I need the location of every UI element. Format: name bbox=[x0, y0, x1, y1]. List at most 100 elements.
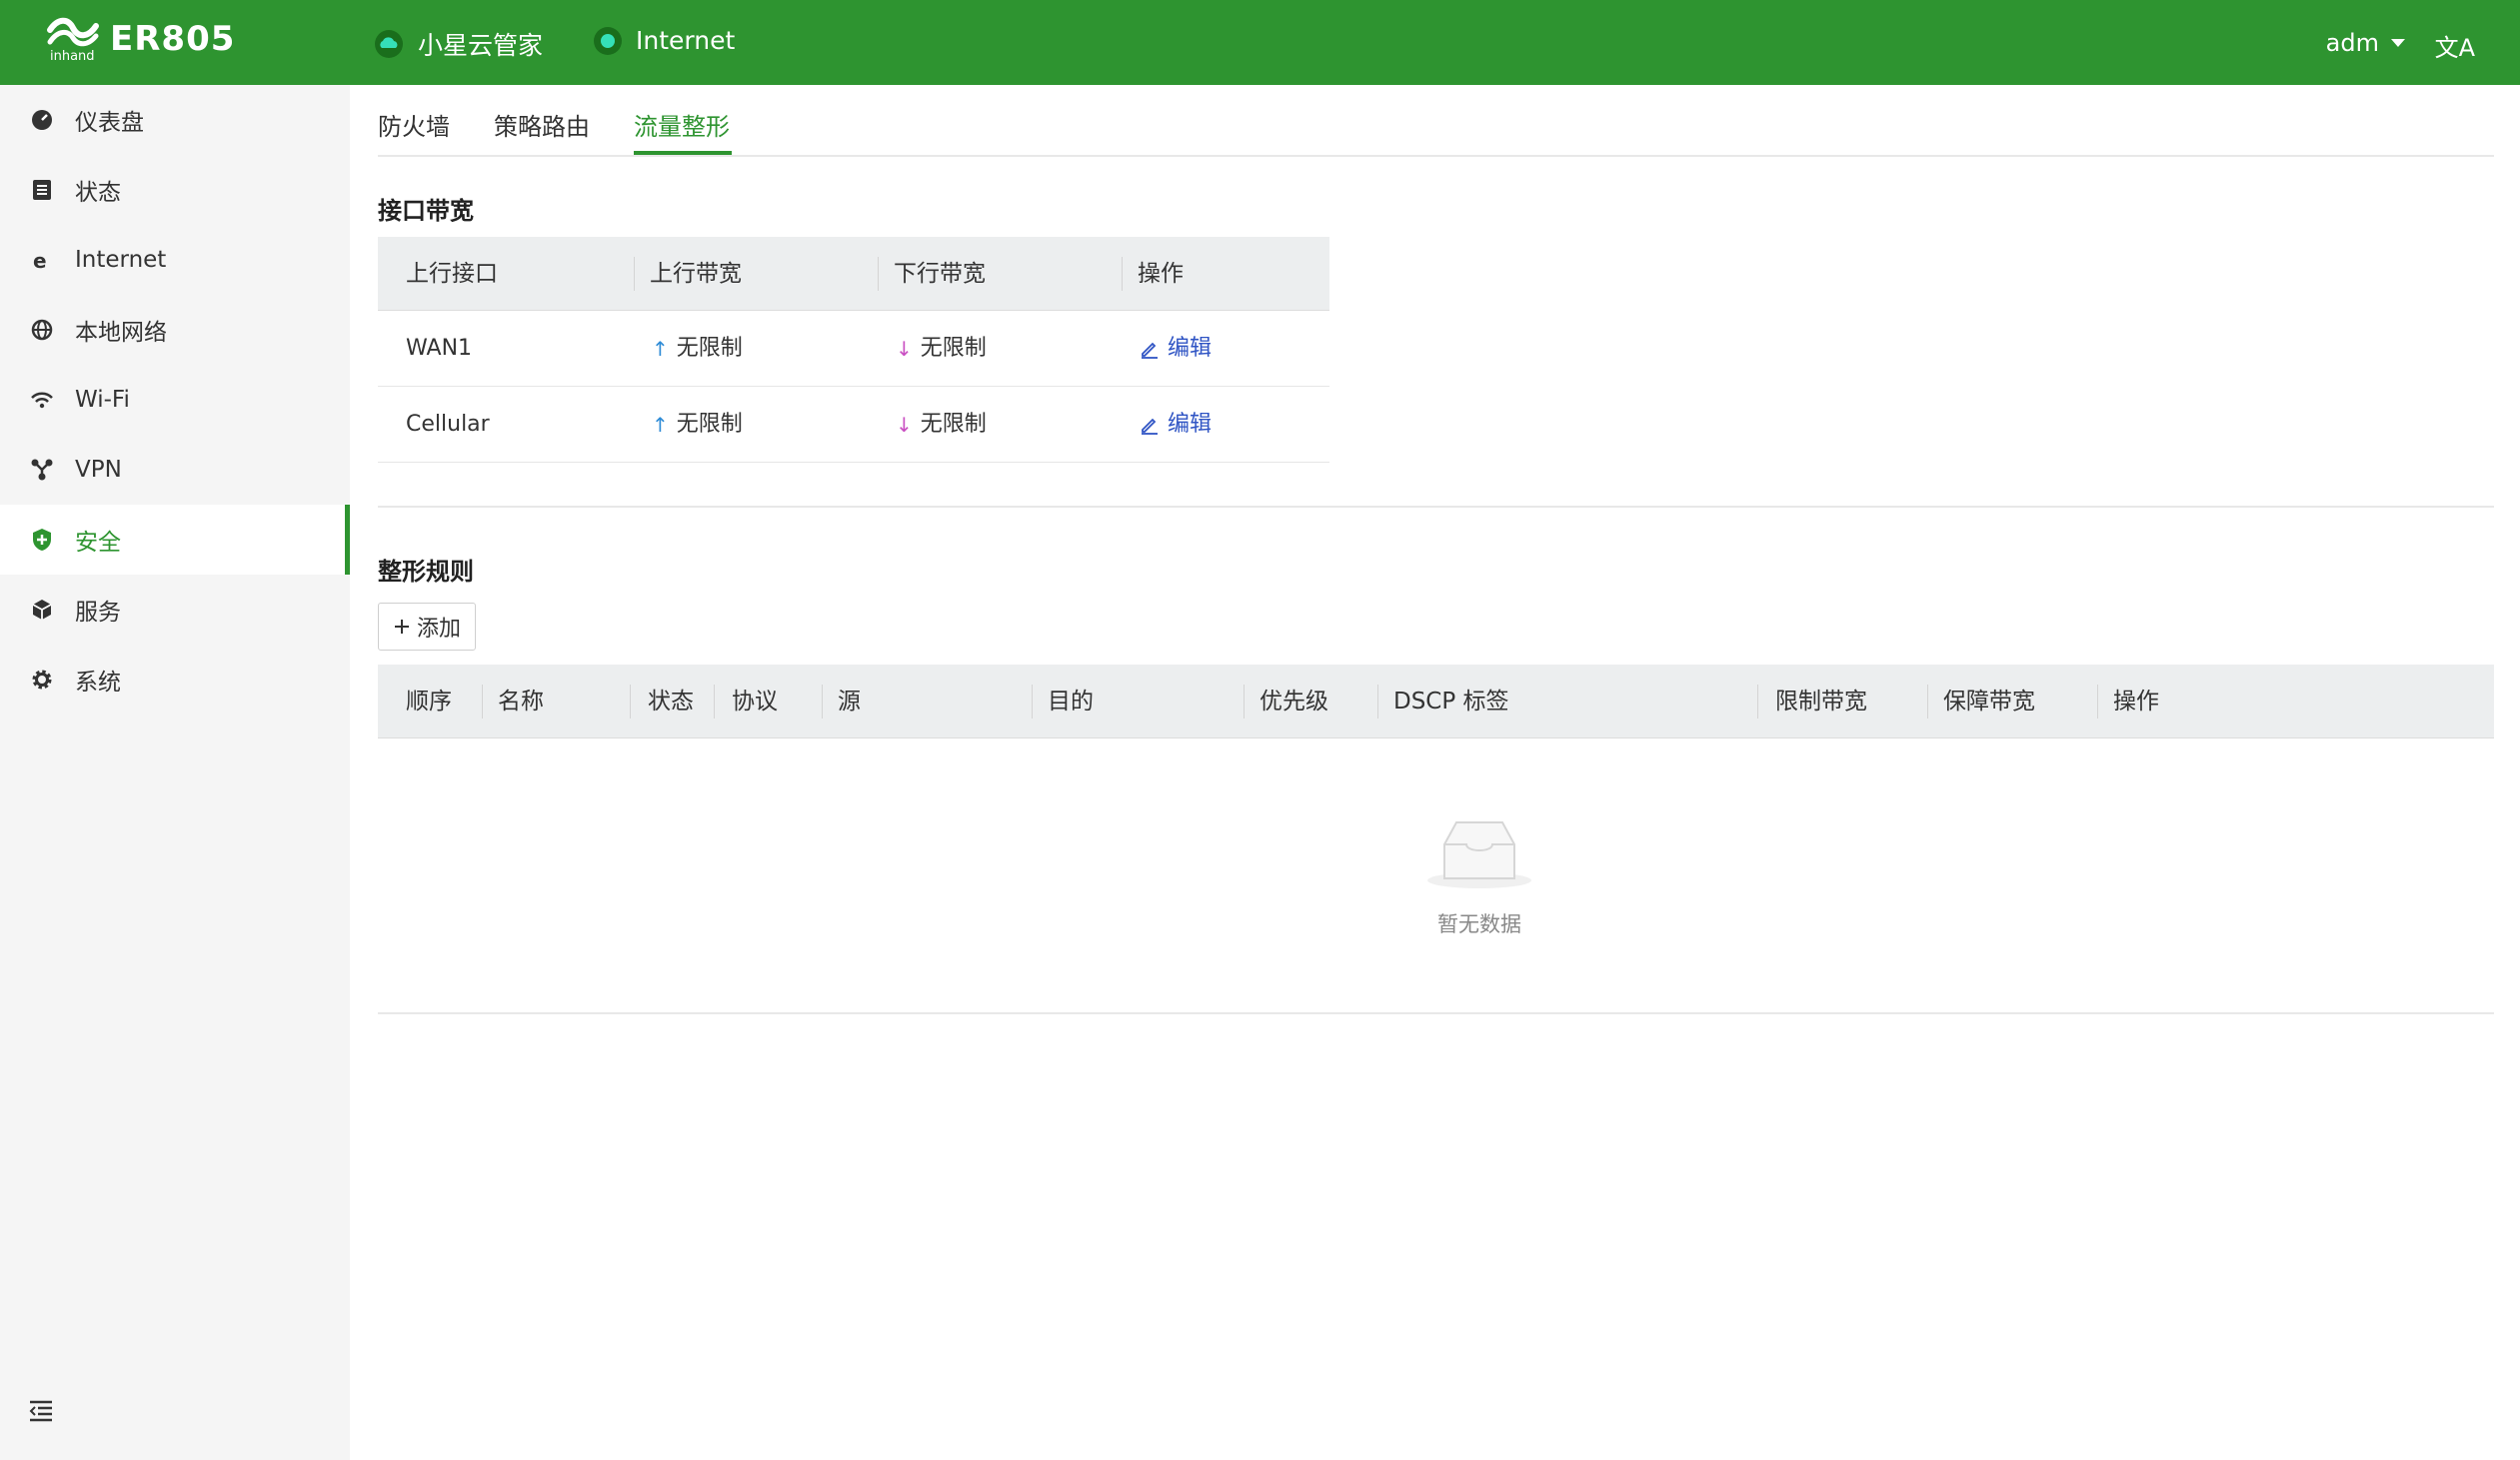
inhand-logo-icon: inhand bbox=[47, 17, 99, 62]
bandwidth-table-header: 上行接口 上行带宽 下行带宽 操作 bbox=[378, 237, 1329, 311]
col-uplink-bandwidth: 上行带宽 bbox=[650, 261, 742, 287]
col-source: 源 bbox=[838, 689, 861, 715]
sidebar-item-local-network[interactable]: 本地网络 bbox=[0, 295, 350, 365]
column-separator bbox=[1927, 685, 1928, 719]
tab-traffic-shaping[interactable]: 流量整形 bbox=[634, 107, 730, 142]
sidebar-item-dashboard[interactable]: 仪表盘 bbox=[0, 85, 350, 155]
sidebar-item-wifi[interactable]: Wi-Fi bbox=[0, 365, 350, 435]
col-actions: 操作 bbox=[1138, 261, 1184, 287]
edit-icon bbox=[1142, 418, 1158, 435]
column-separator bbox=[1032, 685, 1033, 719]
sidebar-item-label: 服务 bbox=[75, 600, 121, 626]
col-downlink-bandwidth: 下行带宽 bbox=[894, 261, 986, 287]
cloud-manager-status[interactable]: 小星云管家 bbox=[374, 26, 543, 62]
col-rule-actions: 操作 bbox=[2113, 689, 2159, 715]
language-icon[interactable]: 文A bbox=[2435, 28, 2475, 63]
rules-table-header: 顺序 名称 状态 协议 源 目的 优先级 DSCP 标签 限制带宽 保障带宽 操… bbox=[378, 665, 2494, 738]
column-separator bbox=[878, 257, 879, 291]
top-bar: inhand ER805 小星云管家 Internet adm 文A bbox=[0, 0, 2520, 85]
column-separator bbox=[634, 257, 635, 291]
section-divider bbox=[378, 506, 2494, 508]
sidebar-item-label: VPN bbox=[75, 457, 122, 483]
status-icon bbox=[29, 177, 55, 203]
edit-icon bbox=[1142, 342, 1158, 359]
internet-status-label: Internet bbox=[636, 26, 736, 55]
sidebar-item-label: 状态 bbox=[75, 180, 121, 206]
column-separator bbox=[1244, 685, 1245, 719]
column-separator bbox=[1757, 685, 1758, 719]
internet-status[interactable]: Internet bbox=[594, 26, 735, 55]
edit-label: 编辑 bbox=[1168, 412, 1213, 437]
sidebar-item-security[interactable]: 安全 bbox=[0, 505, 350, 575]
edit-button[interactable]: 编辑 bbox=[1140, 311, 1212, 387]
empty-state-text: 暂无数据 bbox=[1437, 912, 1521, 936]
sidebar-item-system[interactable]: 系统 bbox=[0, 645, 350, 715]
edit-label: 编辑 bbox=[1168, 336, 1213, 361]
active-tab-indicator bbox=[634, 151, 732, 155]
add-rule-label: 添加 bbox=[416, 617, 461, 642]
col-status: 状态 bbox=[648, 689, 694, 715]
col-name: 名称 bbox=[498, 689, 544, 715]
sidebar-item-label: Wi-Fi bbox=[75, 387, 130, 413]
rules-section-title: 整形规则 bbox=[378, 558, 474, 586]
tab-firewall[interactable]: 防火墙 bbox=[378, 107, 450, 142]
user-menu[interactable]: adm bbox=[2326, 29, 2405, 57]
gear-icon bbox=[29, 667, 55, 693]
downlink-bandwidth-value: 无限制 bbox=[920, 412, 987, 437]
col-destination: 目的 bbox=[1048, 689, 1094, 715]
cloud-manager-label: 小星云管家 bbox=[418, 31, 544, 60]
main-content: 防火墙 策略路由 流量整形 接口带宽 上行接口 上行带宽 下行带宽 操作 WAN… bbox=[350, 85, 2520, 1460]
vpn-icon bbox=[29, 457, 55, 483]
column-separator bbox=[822, 685, 823, 719]
downlink-bandwidth-value: 无限制 bbox=[920, 336, 987, 361]
tab-policy-routing[interactable]: 策略路由 bbox=[494, 107, 590, 142]
col-dscp-tag: DSCP 标签 bbox=[1393, 689, 1509, 715]
sidebar-item-label: 安全 bbox=[75, 530, 121, 556]
empty-inbox-icon bbox=[1427, 821, 1531, 888]
shield-icon bbox=[29, 527, 55, 553]
col-uplink-interface: 上行接口 bbox=[406, 261, 498, 287]
column-separator bbox=[630, 685, 631, 719]
cube-icon bbox=[29, 597, 55, 623]
sidebar-item-label: Internet bbox=[75, 247, 167, 273]
col-guarantee-bandwidth: 保障带宽 bbox=[1943, 689, 2035, 715]
logo: inhand ER805 bbox=[44, 16, 235, 62]
table-row: Cellular ↑ 无限制 ↓ 无限制 编辑 bbox=[378, 387, 1329, 463]
arrow-up-icon: ↑ bbox=[652, 413, 669, 437]
sidebar-item-internet[interactable]: e Internet bbox=[0, 225, 350, 295]
svg-text:e: e bbox=[33, 249, 47, 271]
col-limit-bandwidth: 限制带宽 bbox=[1775, 689, 1867, 715]
column-separator bbox=[714, 685, 715, 719]
wifi-icon bbox=[29, 387, 55, 413]
sidebar-item-vpn[interactable]: VPN bbox=[0, 435, 350, 505]
sidebar: 仪表盘 状态 e Internet 本地网络 Wi-Fi VPN 安全 服务 系… bbox=[0, 85, 350, 1460]
username: adm bbox=[2325, 29, 2379, 57]
uplink-bandwidth-value: 无限制 bbox=[676, 336, 743, 361]
edit-button[interactable]: 编辑 bbox=[1140, 387, 1212, 463]
interface-name: WAN1 bbox=[406, 336, 473, 361]
uplink-bandwidth-value: 无限制 bbox=[676, 412, 743, 437]
column-separator bbox=[1377, 685, 1378, 719]
col-priority: 优先级 bbox=[1260, 689, 1328, 715]
sidebar-item-status[interactable]: 状态 bbox=[0, 155, 350, 225]
plus-icon bbox=[394, 620, 409, 634]
internet-icon: e bbox=[29, 247, 55, 273]
bandwidth-section-title: 接口带宽 bbox=[378, 197, 474, 225]
sidebar-item-label: 系统 bbox=[75, 670, 121, 696]
collapse-menu-icon[interactable] bbox=[28, 1398, 54, 1424]
arrow-down-icon: ↓ bbox=[896, 413, 913, 437]
sidebar-item-label: 本地网络 bbox=[75, 320, 167, 346]
sidebar-item-services[interactable]: 服务 bbox=[0, 575, 350, 645]
column-separator bbox=[2097, 685, 2098, 719]
svg-text:inhand: inhand bbox=[50, 49, 95, 62]
col-order: 顺序 bbox=[406, 689, 452, 715]
tab-bar: 防火墙 策略路由 流量整形 bbox=[378, 85, 2494, 157]
arrow-down-icon: ↓ bbox=[896, 337, 913, 361]
dashboard-icon bbox=[29, 107, 55, 133]
arrow-up-icon: ↑ bbox=[652, 337, 669, 361]
sidebar-item-label: 仪表盘 bbox=[75, 110, 144, 136]
empty-state: 暂无数据 bbox=[1379, 814, 1579, 938]
brand-name: ER805 bbox=[110, 19, 236, 59]
add-rule-button[interactable]: 添加 bbox=[378, 603, 476, 651]
globe-icon bbox=[29, 317, 55, 343]
